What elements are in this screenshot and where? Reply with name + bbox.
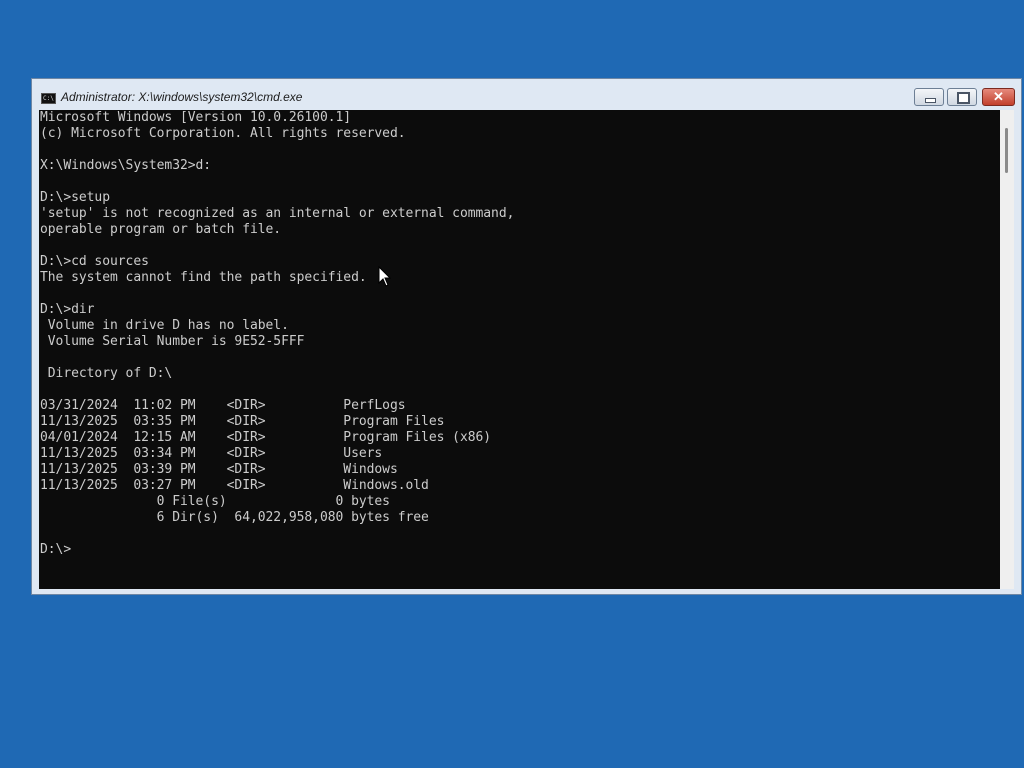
- maximize-icon: [957, 92, 970, 104]
- console-text: Microsoft Windows [Version 10.0.26100.1]…: [39, 110, 1000, 558]
- console-line: 11/13/2025 03:35 PM <DIR> Program Files: [40, 414, 445, 429]
- title-bar[interactable]: C:\ Administrator: X:\windows\system32\c…: [32, 79, 1021, 109]
- console-line: 'setup' is not recognized as an internal…: [40, 206, 515, 221]
- console-line: operable program or batch file.: [40, 222, 282, 237]
- console-line: D:\>dir: [40, 302, 95, 317]
- console-line: Volume in drive D has no label.: [40, 318, 289, 333]
- cmd-app-icon[interactable]: C:\: [41, 93, 56, 104]
- console-line: 04/01/2024 12:15 AM <DIR> Program Files …: [40, 430, 492, 445]
- cmd-window[interactable]: C:\ Administrator: X:\windows\system32\c…: [31, 78, 1022, 595]
- console-line: X:\Windows\System32>d:: [40, 158, 212, 173]
- console-line: Microsoft Windows [Version 10.0.26100.1]: [40, 110, 352, 125]
- console-line: D:\>: [40, 542, 72, 557]
- console-line: Volume Serial Number is 9E52-5FFF: [40, 334, 305, 349]
- minimize-button[interactable]: [914, 88, 944, 106]
- window-title: Administrator: X:\windows\system32\cmd.e…: [61, 90, 303, 104]
- console-line: The system cannot find the path specifie…: [40, 270, 367, 285]
- console-line: 11/13/2025 03:34 PM <DIR> Users: [40, 446, 383, 461]
- console-line: Directory of D:\: [40, 366, 173, 381]
- console-line: 6 Dir(s) 64,022,958,080 bytes free: [40, 510, 429, 525]
- mouse-pointer-icon: [378, 266, 392, 287]
- maximize-button[interactable]: [947, 88, 977, 106]
- console-line: D:\>cd sources: [40, 254, 149, 269]
- vertical-scrollbar[interactable]: [1000, 110, 1014, 589]
- console-line: 03/31/2024 11:02 PM <DIR> PerfLogs: [40, 398, 406, 413]
- console-output[interactable]: Microsoft Windows [Version 10.0.26100.1]…: [39, 110, 1000, 589]
- scrollbar-thumb[interactable]: [1005, 128, 1008, 173]
- console-line: D:\>setup: [40, 190, 110, 205]
- console-line: 11/13/2025 03:39 PM <DIR> Windows: [40, 462, 398, 477]
- console-line: 11/13/2025 03:27 PM <DIR> Windows.old: [40, 478, 429, 493]
- console-line: 0 File(s) 0 bytes: [40, 494, 390, 509]
- close-button[interactable]: ✕: [982, 88, 1015, 106]
- minimize-icon: [925, 98, 936, 103]
- app-icon-label: C:\: [43, 95, 54, 102]
- console-line: (c) Microsoft Corporation. All rights re…: [40, 126, 406, 141]
- close-icon: ✕: [993, 89, 1004, 104]
